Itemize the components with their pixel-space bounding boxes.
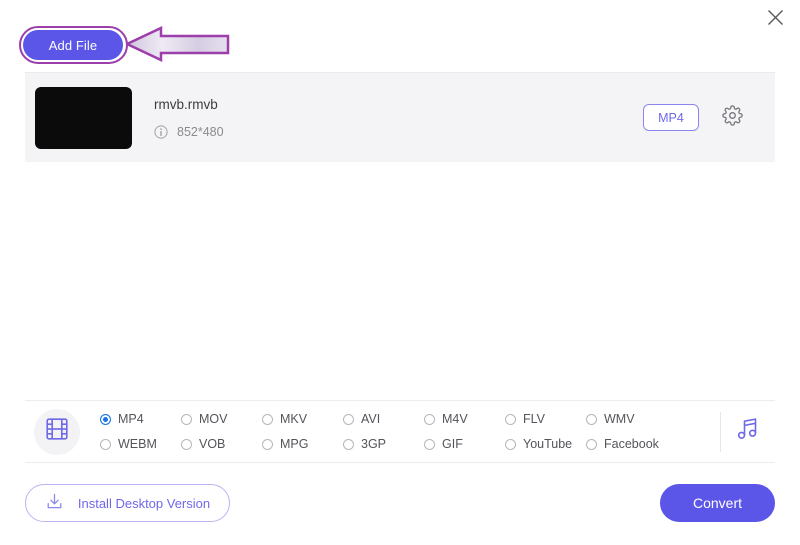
add-file-button[interactable]: Add File — [23, 30, 123, 60]
convert-label: Convert — [692, 495, 743, 511]
format-option-mkv[interactable]: MKV — [262, 407, 343, 432]
install-desktop-version-button[interactable]: Install Desktop Version — [25, 484, 230, 522]
radio-mp4[interactable] — [100, 413, 111, 425]
radio-vob[interactable] — [181, 438, 192, 450]
radio-m4v[interactable] — [424, 413, 435, 425]
format-option-wmv[interactable]: WMV — [586, 407, 667, 432]
empty-area — [0, 162, 800, 400]
music-note-icon — [734, 415, 762, 448]
format-option-label: 3GP — [361, 437, 387, 451]
radio-wmv[interactable] — [586, 413, 597, 425]
download-icon — [45, 492, 64, 514]
format-option-3gp[interactable]: 3GP — [343, 432, 424, 457]
format-option-mpg[interactable]: MPG — [262, 432, 343, 457]
radio-3gp[interactable] — [343, 438, 354, 450]
format-option-label: M4V — [442, 412, 468, 426]
radio-mpg[interactable] — [262, 438, 273, 450]
format-option-label: AVI — [361, 412, 381, 426]
format-option-label: GIF — [442, 437, 463, 451]
format-option-m4v[interactable]: M4V — [424, 407, 505, 432]
format-option-mp4[interactable]: MP4 — [100, 407, 181, 432]
format-option-label: Facebook — [604, 437, 659, 451]
format-option-label: VOB — [199, 437, 226, 451]
radio-avi[interactable] — [343, 413, 354, 425]
file-resolution: 852*480 — [177, 125, 224, 139]
format-option-flv[interactable]: FLV — [505, 407, 586, 432]
format-option-label: FLV — [523, 412, 545, 426]
format-options: MP4 MOV MKV AVI M4V FLV WMV WEBM VOB MPG 3GP GIF You… — [100, 407, 718, 457]
format-option-vob[interactable]: VOB — [181, 432, 262, 457]
convert-button[interactable]: Convert — [660, 484, 775, 522]
format-option-label: WEBM — [118, 437, 157, 451]
format-option-webm[interactable]: WEBM — [100, 432, 181, 457]
radio-webm[interactable] — [100, 438, 111, 450]
file-meta: rmvb.rmvb 852*480 — [154, 95, 643, 140]
radio-youtube[interactable] — [505, 438, 516, 450]
format-bar: MP4 MOV MKV AVI M4V FLV WMV WEBM VOB MPG 3GP GIF You… — [25, 400, 775, 463]
format-option-avi[interactable]: AVI — [343, 407, 424, 432]
file-list: rmvb.rmvb 852*480 MP4 — [25, 72, 775, 162]
table-row[interactable]: rmvb.rmvb 852*480 MP4 — [25, 72, 775, 162]
radio-mov[interactable] — [181, 413, 192, 425]
info-icon — [154, 125, 168, 139]
format-option-gif[interactable]: GIF — [424, 432, 505, 457]
format-option-mov[interactable]: MOV — [181, 407, 262, 432]
row-settings-button[interactable] — [721, 104, 743, 131]
top-bar: Add File — [0, 0, 800, 72]
annotation-arrow-icon — [124, 26, 230, 62]
video-thumbnail — [35, 86, 132, 149]
format-option-label: YouTube — [523, 437, 573, 451]
audio-category-button[interactable] — [721, 415, 775, 448]
radio-facebook[interactable] — [586, 438, 597, 450]
format-option-label: MPG — [280, 437, 309, 451]
gear-icon — [721, 104, 743, 131]
install-desktop-version-label: Install Desktop Version — [77, 495, 211, 511]
radio-mkv[interactable] — [262, 413, 273, 425]
row-output-format-label: MP4 — [658, 110, 684, 125]
video-category-button[interactable] — [34, 408, 80, 455]
format-option-label: MOV — [199, 412, 228, 426]
format-option-label: MP4 — [118, 412, 144, 426]
add-file-label: Add File — [48, 37, 98, 53]
radio-flv[interactable] — [505, 413, 516, 425]
film-strip-icon — [44, 416, 70, 447]
format-option-label: MKV — [280, 412, 308, 426]
file-subinfo: 852*480 — [154, 124, 643, 140]
bottom-bar: Install Desktop Version Convert — [0, 463, 800, 545]
format-option-youtube[interactable]: YouTube — [505, 432, 586, 457]
file-name: rmvb.rmvb — [154, 97, 218, 112]
row-output-format-button[interactable]: MP4 — [643, 104, 699, 131]
format-option-facebook[interactable]: Facebook — [586, 432, 667, 457]
close-button[interactable] — [760, 5, 790, 35]
close-icon — [767, 9, 784, 31]
format-option-label: WMV — [604, 412, 635, 426]
radio-gif[interactable] — [424, 438, 435, 450]
row-actions: MP4 — [643, 104, 743, 131]
